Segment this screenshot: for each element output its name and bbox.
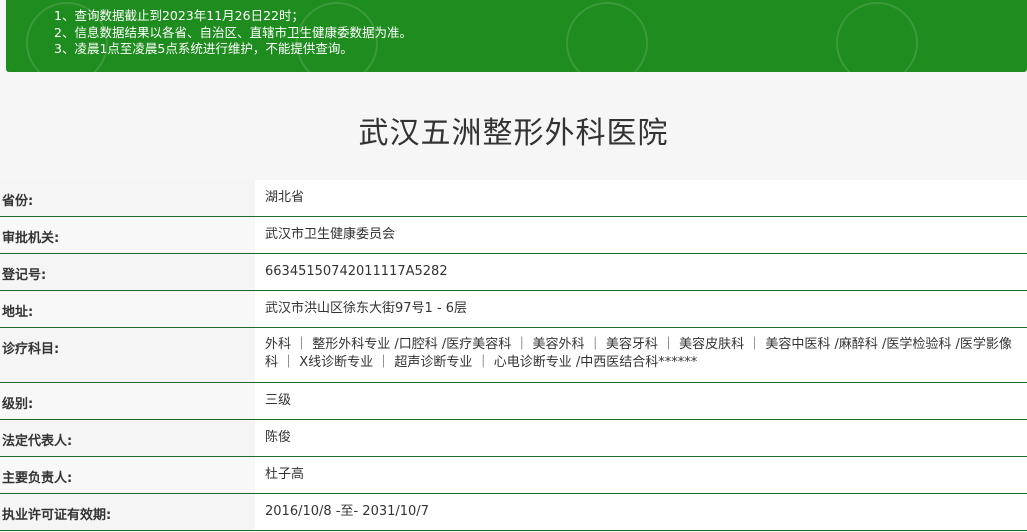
- notice-line-2: 2、信息数据结果以各省、自治区、直辖市卫生健康委数据为准。: [54, 24, 412, 40]
- label-approval-authority: 审批机关:: [2, 231, 60, 246]
- notice-banner: 1、查询数据截止到2023年11月26日22时； 2、信息数据结果以各省、自治区…: [6, 0, 1027, 72]
- label-principal: 主要负责人:: [2, 471, 73, 486]
- label-license-validity: 执业许可证有效期:: [2, 508, 112, 523]
- label-registration-number: 登记号:: [2, 268, 47, 283]
- value-departments: 外科 ｜ 整形外科专业 /口腔科 /医疗美容科 ｜ 美容外科 ｜ 美容牙科 ｜ …: [255, 328, 1027, 382]
- value-level: 三级: [255, 383, 1027, 419]
- label-level: 级别:: [2, 397, 34, 412]
- value-address: 武汉市洪山区徐东大街97号1 - 6层: [255, 291, 1027, 327]
- value-principal: 杜子高: [255, 457, 1027, 493]
- row-registration-number: 登记号: 66345150742011117A5282: [0, 254, 1027, 291]
- label-province: 省份:: [2, 194, 34, 209]
- notice-line-3: 3、凌晨1点至凌晨5点系统进行维护，不能提供查询。: [54, 41, 353, 56]
- notice-line-1: 1、查询数据截止到2023年11月26日22时；: [54, 8, 304, 23]
- row-address: 地址: 武汉市洪山区徐东大街97号1 - 6层: [0, 291, 1027, 328]
- hospital-title: 武汉五洲整形外科医院: [358, 116, 669, 151]
- value-license-validity: 2016/10/8 -至- 2031/10/7: [255, 494, 1027, 530]
- row-principal: 主要负责人: 杜子高: [0, 457, 1027, 494]
- label-departments: 诊疗科目:: [2, 342, 60, 357]
- title-section: 武汉五洲整形外科医院: [0, 78, 1027, 181]
- value-approval-authority: 武汉市卫生健康委员会: [255, 217, 1027, 253]
- row-legal-representative: 法定代表人: 陈俊: [0, 420, 1027, 457]
- value-registration-number: 66345150742011117A5282: [255, 254, 1027, 290]
- value-province: 湖北省: [255, 180, 1027, 216]
- label-address: 地址:: [2, 305, 34, 320]
- value-legal-representative: 陈俊: [255, 420, 1027, 456]
- row-license-validity: 执业许可证有效期: 2016/10/8 -至- 2031/10/7: [0, 494, 1027, 531]
- row-departments: 诊疗科目: 外科 ｜ 整形外科专业 /口腔科 /医疗美容科 ｜ 美容外科 ｜ 美…: [0, 328, 1027, 383]
- row-approval-authority: 审批机关: 武汉市卫生健康委员会: [0, 217, 1027, 254]
- row-level: 级别: 三级: [0, 383, 1027, 420]
- label-legal-representative: 法定代表人:: [2, 434, 73, 449]
- row-province: 省份: 湖北省: [0, 180, 1027, 217]
- hospital-info-table: 省份: 湖北省 审批机关: 武汉市卫生健康委员会 登记号: 6634515074…: [0, 180, 1027, 531]
